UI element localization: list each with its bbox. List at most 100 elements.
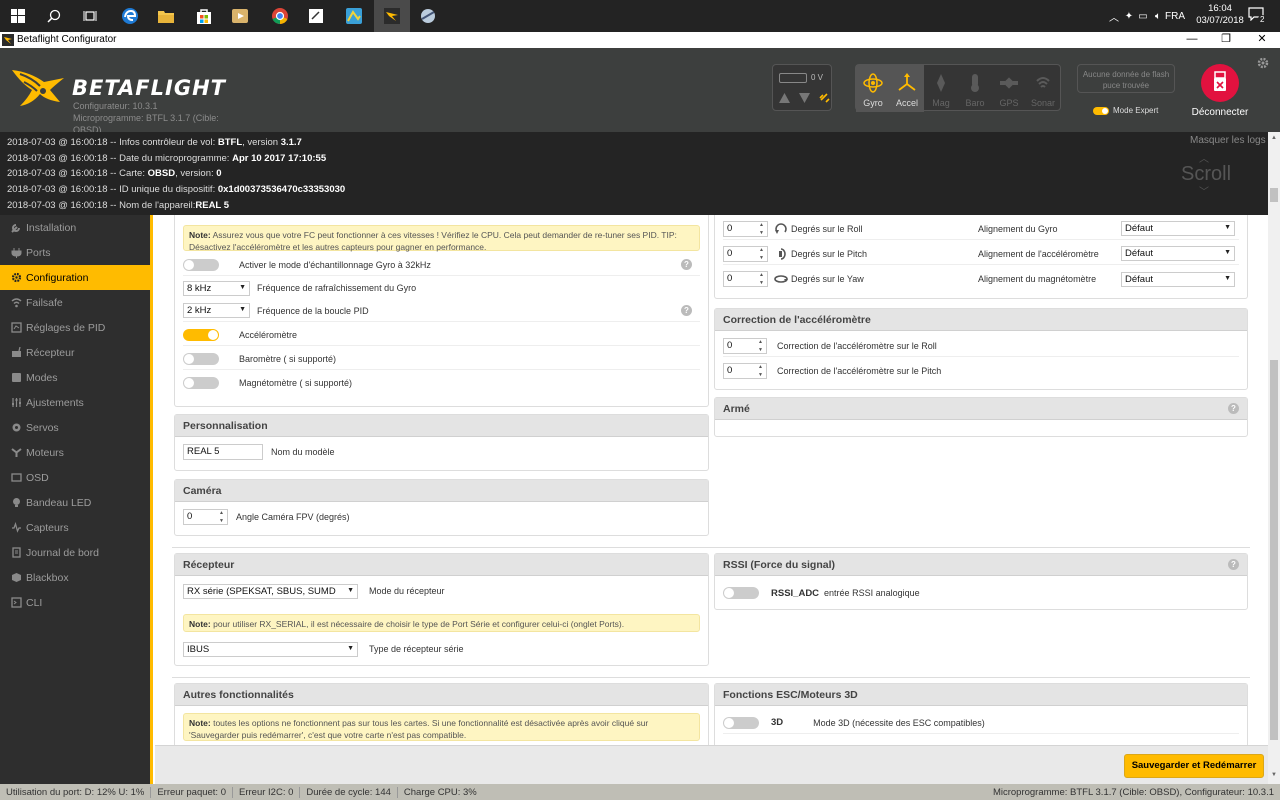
roll-degrees-input[interactable]: 0 <box>723 220 768 237</box>
mag-alignment-select[interactable]: Défaut <box>1121 271 1235 287</box>
sidebar-item-configuration[interactable]: Configuration <box>0 265 153 290</box>
hide-logs-link[interactable]: Masquer les logs <box>1190 135 1266 146</box>
expert-mode-switch[interactable]: Mode Expert <box>1093 106 1158 115</box>
tray-chevron-icon[interactable]: ︿ <box>1106 9 1122 24</box>
sidebar-item-log[interactable]: Journal de bord <box>0 540 153 565</box>
scroll-thumb-log[interactable] <box>1270 188 1278 202</box>
mode-3d-toggle[interactable] <box>723 716 759 729</box>
log-scroll-control[interactable]: ︿ Scroll ﹀ <box>1181 150 1231 200</box>
disconnect-button[interactable]: Déconnecter <box>1190 63 1250 118</box>
dropbox-icon[interactable]: ✦ <box>1122 11 1136 22</box>
help-icon[interactable]: ? <box>681 305 692 316</box>
sidebar-item-cli[interactable]: CLI <box>0 590 153 615</box>
help-icon[interactable]: ? <box>1228 559 1239 570</box>
sidebar-item-installation[interactable]: Installation <box>0 215 153 240</box>
scroll-thumb-content[interactable] <box>1270 360 1278 740</box>
sidebar-item-servos[interactable]: Servos <box>0 415 153 440</box>
store-icon <box>197 9 211 24</box>
scroll-down-arrow[interactable]: ▼ <box>1271 772 1277 778</box>
taskbar-explorer[interactable] <box>148 0 184 32</box>
camera-angle-label: Angle Caméra FPV (degrés) <box>236 512 350 522</box>
notification-center-button[interactable]: 2 <box>1248 7 1268 25</box>
yaw-degrees-input[interactable]: 0 <box>723 271 768 287</box>
sidebar-item-ports[interactable]: Ports <box>0 240 153 265</box>
accel-roll-input[interactable]: 0 <box>723 337 767 354</box>
minimize-button[interactable]: — <box>1177 32 1207 48</box>
taskbar-edge[interactable] <box>112 0 148 32</box>
close-button[interactable]: ✕ <box>1247 32 1277 48</box>
taskbar-notes[interactable] <box>298 0 334 32</box>
sidebar-item-motors[interactable]: Moteurs <box>0 440 153 465</box>
maximize-button[interactable]: ❐ <box>1211 32 1241 48</box>
sidebar-item-osd[interactable]: OSD <box>0 465 153 490</box>
sidebar-item-modes[interactable]: Modes <box>0 365 153 390</box>
accel-alignment-select[interactable]: Défaut <box>1121 246 1235 261</box>
network-icon[interactable]: ▭ <box>1136 11 1150 22</box>
sidebar-item-receiver[interactable]: Récepteur <box>0 340 153 365</box>
magnetometer-label: Magnétomètre ( si supporté) <box>239 378 353 388</box>
task-view-button[interactable] <box>72 0 108 32</box>
sensor-label: Baro <box>965 98 985 108</box>
barometer-row: Baromètre ( si supporté) <box>183 348 700 370</box>
sensor-mag: Mag <box>924 65 958 112</box>
receiver-mode-select[interactable]: RX série (SPEKSAT, SBUS, SUMD <box>183 583 358 599</box>
sidebar-item-led-strip[interactable]: Bandeau LED <box>0 490 153 515</box>
sidebar-item-adjustments[interactable]: Ajustements <box>0 390 153 415</box>
edge-icon <box>122 8 138 24</box>
magnetometer-toggle[interactable] <box>183 377 219 389</box>
start-button[interactable] <box>0 0 36 32</box>
accel-pitch-input[interactable]: 0 <box>723 363 767 379</box>
app-icon <box>2 34 14 46</box>
help-icon[interactable]: ? <box>1228 403 1239 414</box>
language-indicator[interactable]: FRA <box>1165 0 1185 32</box>
serial-receiver-select[interactable]: IBUS <box>183 641 358 657</box>
baro-icon <box>971 74 979 92</box>
gyro-alignment-select[interactable]: Défaut <box>1121 221 1235 236</box>
camera-angle-input[interactable]: 0 <box>183 509 228 525</box>
search-button[interactable] <box>36 0 72 32</box>
taskbar-app-other[interactable] <box>410 0 446 32</box>
save-and-reboot-button[interactable]: Sauvegarder et Redémarrer <box>1124 754 1264 778</box>
expert-mode-toggle[interactable] <box>1093 106 1109 115</box>
taskbar-app-map[interactable] <box>336 0 372 32</box>
camera-angle-row: 0 Angle Caméra FPV (degrés) <box>183 506 700 528</box>
main-scrollbar[interactable]: ▲ ▼ <box>1268 132 1280 784</box>
battery-icon <box>779 73 807 83</box>
pid-icon <box>10 322 22 334</box>
sidebar-item-blackbox[interactable]: Blackbox <box>0 565 153 590</box>
mode-3d-row: 3D Mode 3D (nécessite des ESC compatible… <box>723 712 1239 734</box>
taskbar-betaflight[interactable] <box>374 0 410 32</box>
craft-name-row: REAL 5 Nom du modèle <box>183 441 700 463</box>
pitch-degrees-input[interactable]: 0 <box>723 245 768 262</box>
log-line: 2018-07-03 @ 16:00:18 -- Carte: OBSD, ve… <box>7 168 222 179</box>
settings-gear-icon[interactable] <box>1256 56 1270 70</box>
serial-receiver-row: IBUS Type de récepteur série <box>183 638 700 660</box>
accelerometer-toggle[interactable] <box>183 328 219 341</box>
volume-icon[interactable]: 🔈︎ <box>1150 11 1166 22</box>
gyro-frequency-select[interactable]: 8 kHz <box>183 280 250 296</box>
gyro-icon <box>863 73 883 93</box>
craft-name-input[interactable]: REAL 5 <box>183 444 263 460</box>
clock[interactable]: 16:04 03/07/2018 <box>1196 3 1244 27</box>
pid-frequency-select[interactable]: 2 kHz <box>183 303 250 318</box>
gyro-32khz-label: Activer le mode d'échantillonnage Gyro à… <box>239 259 431 270</box>
log-icon <box>10 547 22 559</box>
terminal-icon <box>10 597 22 609</box>
camera-title: Caméra <box>175 480 708 502</box>
scroll-up-arrow[interactable]: ▲ <box>1271 135 1277 141</box>
sidebar-item-failsafe[interactable]: Failsafe <box>0 290 153 315</box>
barometer-toggle[interactable] <box>183 352 219 365</box>
sidebar-item-pid[interactable]: Réglages de PID <box>0 315 153 340</box>
taskbar-chrome[interactable] <box>262 0 298 32</box>
status-bar: Utilisation du port: D: 12% U: 1% Erreur… <box>0 784 1280 800</box>
i2c-error: Erreur I2C: 0 <box>233 786 301 798</box>
plug-icon <box>10 247 22 259</box>
section-divider <box>172 547 1250 548</box>
help-icon[interactable]: ? <box>681 259 692 270</box>
gps-icon <box>1000 77 1018 89</box>
sidebar-item-sensors[interactable]: Capteurs <box>0 515 153 540</box>
gyro-32khz-toggle[interactable] <box>183 258 219 271</box>
taskbar-store[interactable] <box>186 0 222 32</box>
rssi-adc-toggle[interactable] <box>723 587 759 599</box>
taskbar-media[interactable] <box>222 0 258 32</box>
